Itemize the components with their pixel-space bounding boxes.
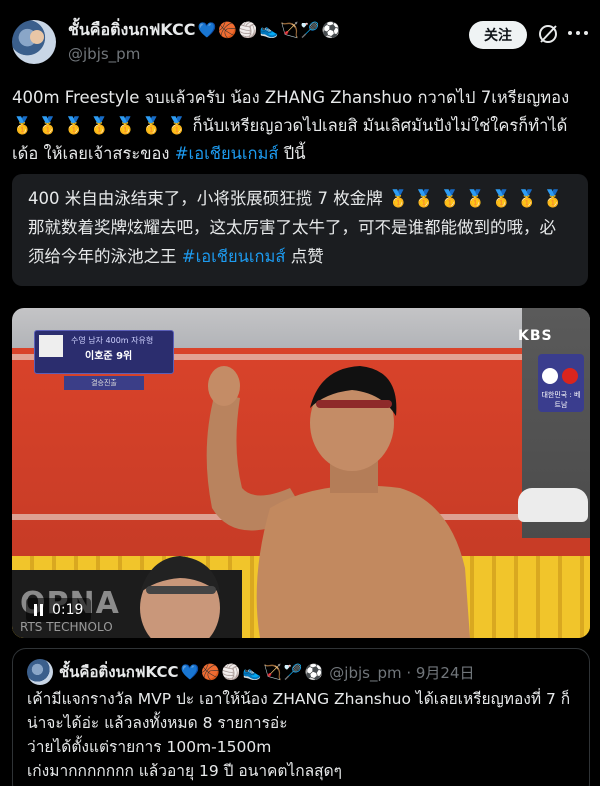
badminton-icon: 🏸 [283, 662, 303, 681]
graphic-result: 이호준 9위 [85, 351, 133, 362]
shoe-icon: 👟 [259, 20, 279, 39]
graphic-status: 결승진출 [64, 376, 144, 390]
shoe-icon: 👟 [242, 662, 262, 681]
grok-icon[interactable] [537, 23, 559, 45]
blue-heart-icon: 💙 [197, 20, 217, 39]
basketball-icon: 🏀 [218, 20, 237, 39]
badminton-icon: 🏸 [300, 20, 320, 39]
quoted-post[interactable]: ชั้นคือติ่งนกฟKCC 💙 🏀 🏐 👟 🏹 🏸 ⚽ @jbjs_pm… [12, 648, 590, 786]
vietnam-flag-icon [562, 368, 578, 384]
broadcaster-logo: KBS [518, 328, 553, 344]
author-display-name[interactable]: ชั้นคือติ่งนกฟKCC [68, 18, 195, 43]
post-text-tail: ปีนี้ [278, 144, 306, 163]
quoted-author-avatar [27, 659, 53, 685]
more-options-icon[interactable] [568, 31, 588, 37]
bow-arrow-icon: 🏹 [280, 20, 299, 39]
soccer-ball-icon: ⚽ [304, 662, 324, 681]
sponsor-subtext: RTS TECHNOLO [20, 620, 113, 634]
translation-hashtag-link[interactable]: #เอเชียนเกมส์ [182, 247, 286, 266]
video-timecode: 0:19 [52, 602, 84, 618]
translation-tail: 点赞 [285, 247, 324, 266]
post-hashtag-link[interactable]: #เอเชียนเกมส์ [175, 144, 279, 163]
blue-heart-icon: 💙 [180, 662, 200, 681]
quoted-line: เค้ามีแจกรางวัล MVP ปะ เอาให้น้อง ZHANG … [27, 690, 571, 732]
follow-button[interactable]: 关注 [469, 21, 527, 49]
swimmer-figure [140, 366, 470, 638]
quoted-author-name: ชั้นคือติ่งนกฟKCC [59, 663, 179, 681]
quoted-line: ว่ายได้ตั้งแต่รายการ 100m-1500m [27, 738, 272, 756]
korea-flag-icon [39, 335, 63, 357]
bow-arrow-icon: 🏹 [263, 662, 282, 681]
score-panel: 대한민국 : 베트남 [538, 354, 584, 412]
video-player[interactable]: OPNA RTS TECHNOLO 수영 남자 400m 자유형 이호준 9위 … [12, 308, 590, 638]
korea-flag-icon [542, 368, 558, 384]
quoted-post-text: เค้ามีแจกรางวัล MVP ปะ เอาให้น้อง ZHANG … [27, 687, 581, 783]
quoted-handle-date: @jbjs_pm · 9月24日 [329, 663, 475, 682]
volleyball-icon: 🏐 [238, 20, 258, 39]
pause-icon[interactable] [34, 604, 44, 616]
author-handle[interactable]: @jbjs_pm [68, 45, 140, 63]
basketball-icon: 🏀 [201, 662, 220, 681]
author-avatar[interactable] [12, 20, 56, 64]
result-graphic: 수영 남자 400m 자유형 이호준 9위 [34, 330, 174, 374]
official-shoe [518, 488, 588, 522]
score-teams: 대한민국 : 베트남 [541, 391, 581, 409]
video-controls[interactable]: 0:19 [26, 598, 92, 622]
translation-text: 400 米自由泳结束了，小将张展硕狂揽 7 枚金牌 🥇 🥇 🥇 🥇 🥇 🥇 🥇 … [28, 184, 572, 271]
soccer-ball-icon: ⚽ [321, 20, 341, 39]
quoted-line: เก่งมากกกกกกก แล้วอายุ 19 ปี อนาคตไกลสุด… [27, 762, 342, 780]
quoted-post-header: ชั้นคือติ่งนกฟKCC 💙 🏀 🏐 👟 🏹 🏸 ⚽ @jbjs_pm… [59, 661, 475, 683]
post-text: 400m Freestyle จบแล้วครับ น้อง ZHANG Zha… [12, 84, 590, 168]
author-name-row[interactable]: ชั้นคือติ่งนกฟKCC 💙 🏀 🏐 👟 🏹 🏸 ⚽ [68, 18, 340, 42]
volleyball-icon: 🏐 [221, 662, 241, 681]
graphic-event: 수영 남자 400m 자유형 [71, 336, 154, 345]
translation-box: 400 米自由泳结束了，小将张展硕狂揽 7 枚金牌 🥇 🥇 🥇 🥇 🥇 🥇 🥇 … [12, 174, 588, 286]
post-header: ชั้นคือติ่งนกฟKCC 💙 🏀 🏐 👟 🏹 🏸 ⚽ @jbjs_pm… [0, 0, 600, 72]
